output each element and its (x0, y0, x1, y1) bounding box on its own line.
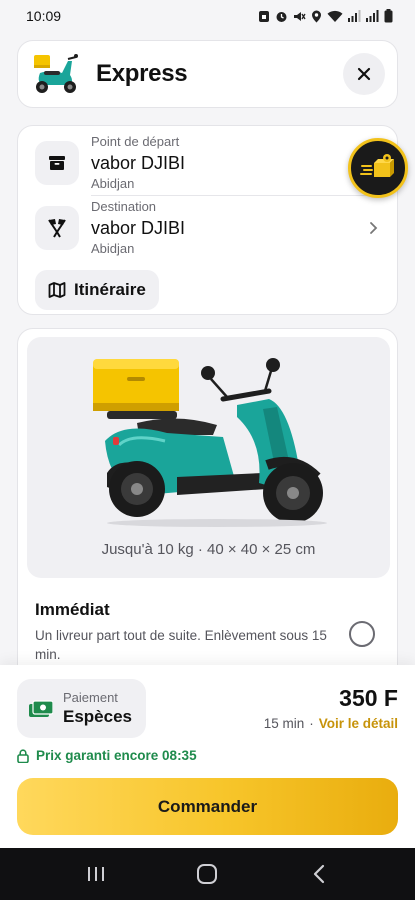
guarantee-text: Prix garanti encore 08:35 (36, 748, 197, 763)
vehicle-card[interactable]: Jusqu'à 10 kg · 40 × 40 × 25 cm Immédiat… (17, 328, 398, 688)
destination-text: Destination vabor DJIBI Abidjan (91, 199, 365, 257)
box-icon (49, 156, 65, 170)
battery-icon (384, 9, 393, 23)
header-card: Express (17, 40, 398, 108)
status-bar: 10:09 (0, 0, 415, 32)
system-nav-bar (0, 848, 415, 900)
pickup-row[interactable]: Point de départ vabor DJIBI Abidjan (35, 134, 381, 192)
back-icon (314, 864, 325, 884)
status-icons (258, 9, 393, 23)
itinerary-label: Itinéraire (74, 280, 146, 299)
destination-icon-box (35, 206, 79, 250)
payment-method: Espèces (63, 706, 132, 726)
location-icon (312, 10, 321, 22)
pickup-text: Point de départ vabor DJIBI Abidjan (91, 134, 381, 192)
vehicle-capacity: Jusqu'à 10 kg · 40 × 40 × 25 cm (101, 541, 316, 558)
destination-row[interactable]: Destination vabor DJIBI Abidjan (35, 199, 381, 257)
payment-method-button[interactable]: Paiement Espèces (17, 679, 146, 738)
back-button[interactable] (289, 854, 349, 894)
close-icon (357, 67, 371, 81)
option-title: Immédiat (35, 600, 110, 619)
destination-place: vabor DJIBI (91, 218, 186, 238)
pickup-label: Point de départ (91, 134, 180, 149)
signal-icon (348, 10, 361, 22)
chevron-right-icon (370, 222, 378, 234)
pickup-icon-box (35, 141, 79, 185)
pickup-place: vabor DJIBI (91, 153, 186, 173)
recent-apps-button[interactable] (66, 854, 126, 894)
view-details-link[interactable]: Voir le détail (319, 716, 398, 731)
route-card: Point de départ vabor DJIBI Abidjan Dest… (17, 125, 398, 315)
eta-time: 15 min (263, 716, 305, 731)
payment-label: Paiement (63, 689, 118, 705)
option-description: Un livreur part tout de suite. Enlèvemen… (35, 628, 327, 662)
total-price: 350 F (339, 685, 398, 711)
route-divider (91, 195, 381, 196)
pickup-city: Abidjan (91, 176, 135, 191)
flags-icon (48, 219, 66, 238)
price-guarantee: Prix garanti encore 08:35 (17, 748, 197, 763)
vehicle-visual: Jusqu'à 10 kg · 40 × 40 × 25 cm (27, 337, 390, 578)
payment-text: Paiement Espèces (63, 690, 132, 728)
status-time: 10:09 (26, 8, 62, 24)
itinerary-button[interactable]: Itinéraire (35, 270, 159, 310)
alarm-icon (276, 11, 287, 22)
home-button[interactable] (177, 854, 237, 894)
scooter-image (93, 358, 327, 527)
signal-icon (366, 10, 379, 22)
scooter-thumbnail-icon (34, 54, 78, 93)
close-button[interactable] (343, 53, 385, 95)
fast-delivery-icon (360, 154, 394, 177)
delivery-option-immediate[interactable]: Immédiat Un livreur part tout de suite. … (35, 600, 381, 664)
home-icon (197, 864, 218, 884)
delivery-badge-button[interactable] (348, 138, 408, 198)
checkout-panel: Paiement Espèces 350 F 15 min · Voir le … (0, 665, 415, 848)
mute-icon (294, 11, 306, 21)
sim-icon (259, 10, 269, 22)
wifi-icon (327, 10, 343, 22)
map-icon (48, 282, 66, 298)
eta-separator: · (309, 716, 314, 731)
option-radio[interactable] (349, 621, 375, 647)
recent-apps-icon (87, 867, 104, 881)
order-button[interactable]: Commander (17, 778, 398, 835)
destination-city: Abidjan (91, 241, 135, 256)
eta-line: 15 min · Voir le détail (264, 716, 398, 731)
cash-icon (29, 699, 53, 717)
page-title: Express (96, 60, 188, 87)
lock-icon (17, 748, 29, 763)
destination-label: Destination (91, 199, 157, 214)
